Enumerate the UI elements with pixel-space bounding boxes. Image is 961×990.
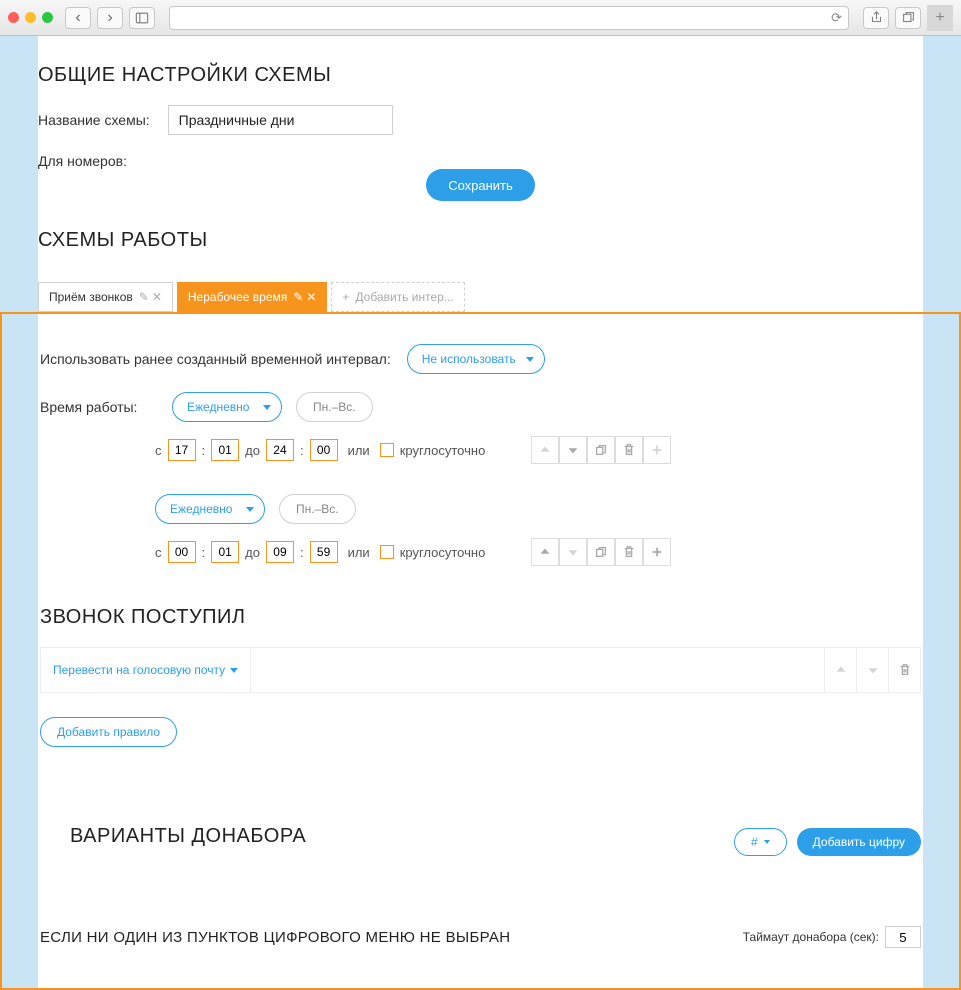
call-heading: ЗВОНОК ПОСТУПИЛ — [40, 606, 921, 629]
frequency-select[interactable]: Ежедневно — [172, 392, 282, 422]
interval-label: Использовать ранее созданный временной и… — [40, 351, 391, 367]
time-from-hour-2[interactable] — [168, 541, 196, 563]
window-controls — [8, 12, 53, 23]
general-heading: ОБЩИЕ НАСТРОЙКИ СХЕМЫ — [38, 64, 923, 87]
rule-action-select[interactable]: Перевести на голосовую почту — [41, 648, 251, 692]
move-down-button[interactable] — [559, 538, 587, 566]
browser-toolbar: ‹ › ⟳ + — [0, 0, 961, 36]
rule-move-up[interactable] — [824, 648, 856, 692]
sidebar-toggle-button[interactable] — [129, 7, 155, 29]
interval-select-value: Не использовать — [422, 352, 516, 366]
add-rule-button[interactable]: Добавить правило — [40, 717, 177, 747]
rule-move-down[interactable] — [856, 648, 888, 692]
scheme-name-label: Название схемы: — [38, 112, 150, 128]
tab-label: Нерабочее время — [188, 290, 287, 304]
tabs-button[interactable] — [895, 7, 921, 29]
share-button[interactable] — [863, 7, 889, 29]
time-to-hour[interactable] — [266, 439, 294, 461]
copy-button[interactable] — [587, 538, 615, 566]
tab-label: Добавить интер... — [355, 290, 453, 304]
add-digit-button[interactable]: Добавить цифру — [797, 828, 921, 856]
dial-heading: ВАРИАНТЫ ДОНАБОРА — [70, 825, 306, 848]
timeout-label: Таймаут донабора (сек): — [743, 930, 879, 944]
time-from-min-2[interactable] — [211, 541, 239, 563]
move-up-button[interactable] — [531, 436, 559, 464]
pencil-icon[interactable]: ✎ — [293, 290, 303, 304]
timeout-input[interactable] — [885, 926, 921, 948]
time-from-hour[interactable] — [168, 439, 196, 461]
allday-checkbox-2[interactable] — [380, 545, 394, 559]
time-row-2: с : до : или круглосуточно — [155, 538, 921, 566]
time-to-hour-2[interactable] — [266, 541, 294, 563]
tab-nonworking-time[interactable]: Нерабочее время ✎ ✕ — [177, 282, 328, 312]
add-button[interactable] — [643, 436, 671, 464]
tabs: Приём звонков ✎ ✕ Нерабочее время — [38, 282, 923, 312]
time-row-1: с : до : или круглосуточно — [155, 436, 921, 464]
forward-button[interactable]: › — [97, 7, 123, 29]
add-button[interactable] — [643, 538, 671, 566]
rule-delete[interactable] — [888, 648, 920, 692]
rule-row: Перевести на голосовую почту — [40, 647, 921, 693]
frequency-value: Ежедневно — [187, 400, 249, 414]
days-range[interactable]: Пн.–Вс. — [296, 392, 373, 422]
maximize-window-icon[interactable] — [42, 12, 53, 23]
digit-select[interactable]: # — [734, 828, 787, 856]
move-down-button[interactable] — [559, 436, 587, 464]
frequency-value-2: Ежедневно — [170, 502, 232, 516]
copy-button[interactable] — [587, 436, 615, 464]
time-from-min[interactable] — [211, 439, 239, 461]
schemes-heading: СХЕМЫ РАБОТЫ — [38, 229, 923, 252]
minimize-window-icon[interactable] — [25, 12, 36, 23]
frequency-select-2[interactable]: Ежедневно — [155, 494, 265, 524]
or-label: или — [348, 443, 370, 458]
digit-value: # — [751, 835, 758, 849]
numbers-label: Для номеров: — [38, 153, 127, 169]
tab-add-interval[interactable]: + Добавить интер... — [331, 282, 464, 312]
new-tab-button[interactable]: + — [927, 5, 953, 31]
close-icon[interactable]: ✕ — [306, 290, 316, 304]
allday-label: круглосуточно — [400, 443, 486, 458]
from-label: с — [155, 443, 162, 458]
scheme-name-input[interactable] — [168, 105, 393, 135]
delete-button[interactable] — [615, 436, 643, 464]
close-window-icon[interactable] — [8, 12, 19, 23]
work-panel: Использовать ранее созданный временной и… — [0, 312, 961, 990]
delete-button[interactable] — [615, 538, 643, 566]
rule-action-value: Перевести на голосовую почту — [53, 663, 225, 677]
time-to-min[interactable] — [310, 439, 338, 461]
back-button[interactable]: ‹ — [65, 7, 91, 29]
plus-icon: + — [342, 290, 349, 304]
allday-checkbox[interactable] — [380, 443, 394, 457]
tab-label: Приём звонков — [49, 290, 133, 304]
time-to-min-2[interactable] — [310, 541, 338, 563]
pencil-icon[interactable]: ✎ — [139, 290, 149, 304]
tab-incoming-calls[interactable]: Приём звонков ✎ ✕ — [38, 282, 173, 312]
days-range-2[interactable]: Пн.–Вс. — [279, 494, 356, 524]
address-bar[interactable]: ⟳ — [169, 6, 849, 30]
fallback-heading: ЕСЛИ НИ ОДИН ИЗ ПУНКТОВ ЦИФРОВОГО МЕНЮ Н… — [40, 929, 510, 946]
reload-icon[interactable]: ⟳ — [831, 10, 842, 26]
move-up-button[interactable] — [531, 538, 559, 566]
interval-select[interactable]: Не использовать — [407, 344, 545, 374]
worktime-label: Время работы: — [40, 399, 140, 415]
close-icon[interactable]: ✕ — [152, 290, 162, 304]
save-button[interactable]: Сохранить — [426, 169, 535, 201]
to-label: до — [245, 443, 260, 458]
